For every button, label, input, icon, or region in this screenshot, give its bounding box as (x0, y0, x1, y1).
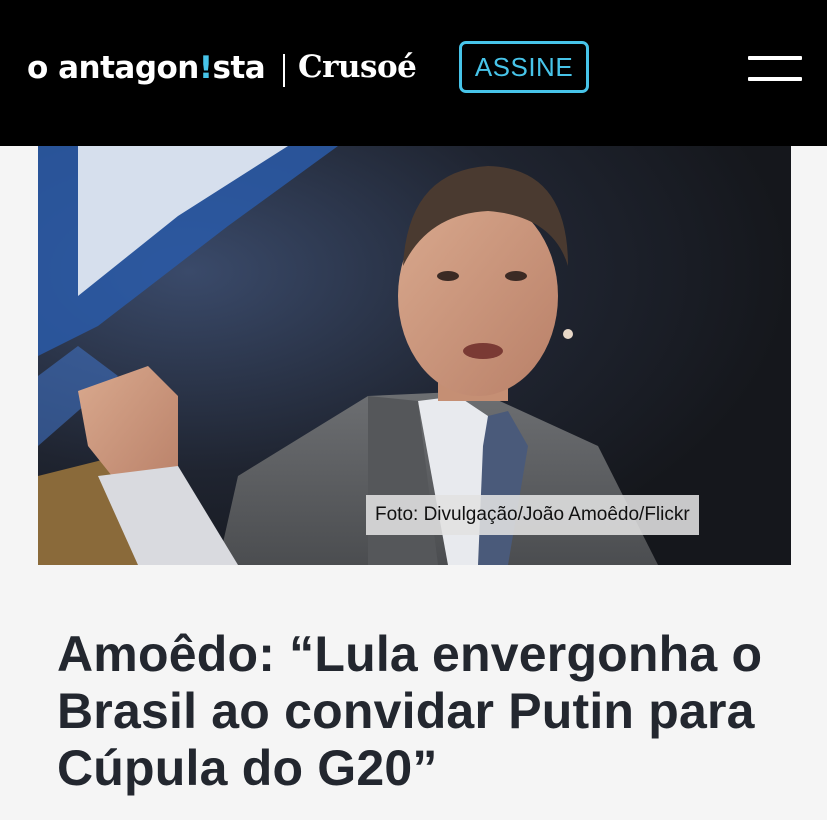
article-photo: Foto: Divulgação/João Amoêdo/Flickr (38, 146, 791, 565)
logo-suffix: sta (212, 50, 266, 86)
crusoe-logo[interactable]: Crusoé (298, 46, 417, 88)
site-header: o antagon!sta Crusoé ASSINE (0, 0, 827, 146)
hamburger-menu-icon[interactable] (748, 56, 802, 82)
photo-credit: Foto: Divulgação/João Amoêdo/Flickr (366, 495, 699, 535)
article-headline[interactable]: Amoêdo: “Lula envergonha o Brasil ao con… (57, 626, 797, 797)
logo-exclamation-mark: ! (198, 50, 213, 86)
logo-prefix: o antagon (27, 50, 199, 86)
subscribe-button[interactable]: ASSINE (459, 41, 589, 93)
logo-divider (283, 54, 285, 87)
menu-bar-top (748, 56, 802, 60)
menu-bar-bottom (748, 77, 802, 81)
site-logo[interactable]: o antagon!sta (27, 48, 266, 88)
